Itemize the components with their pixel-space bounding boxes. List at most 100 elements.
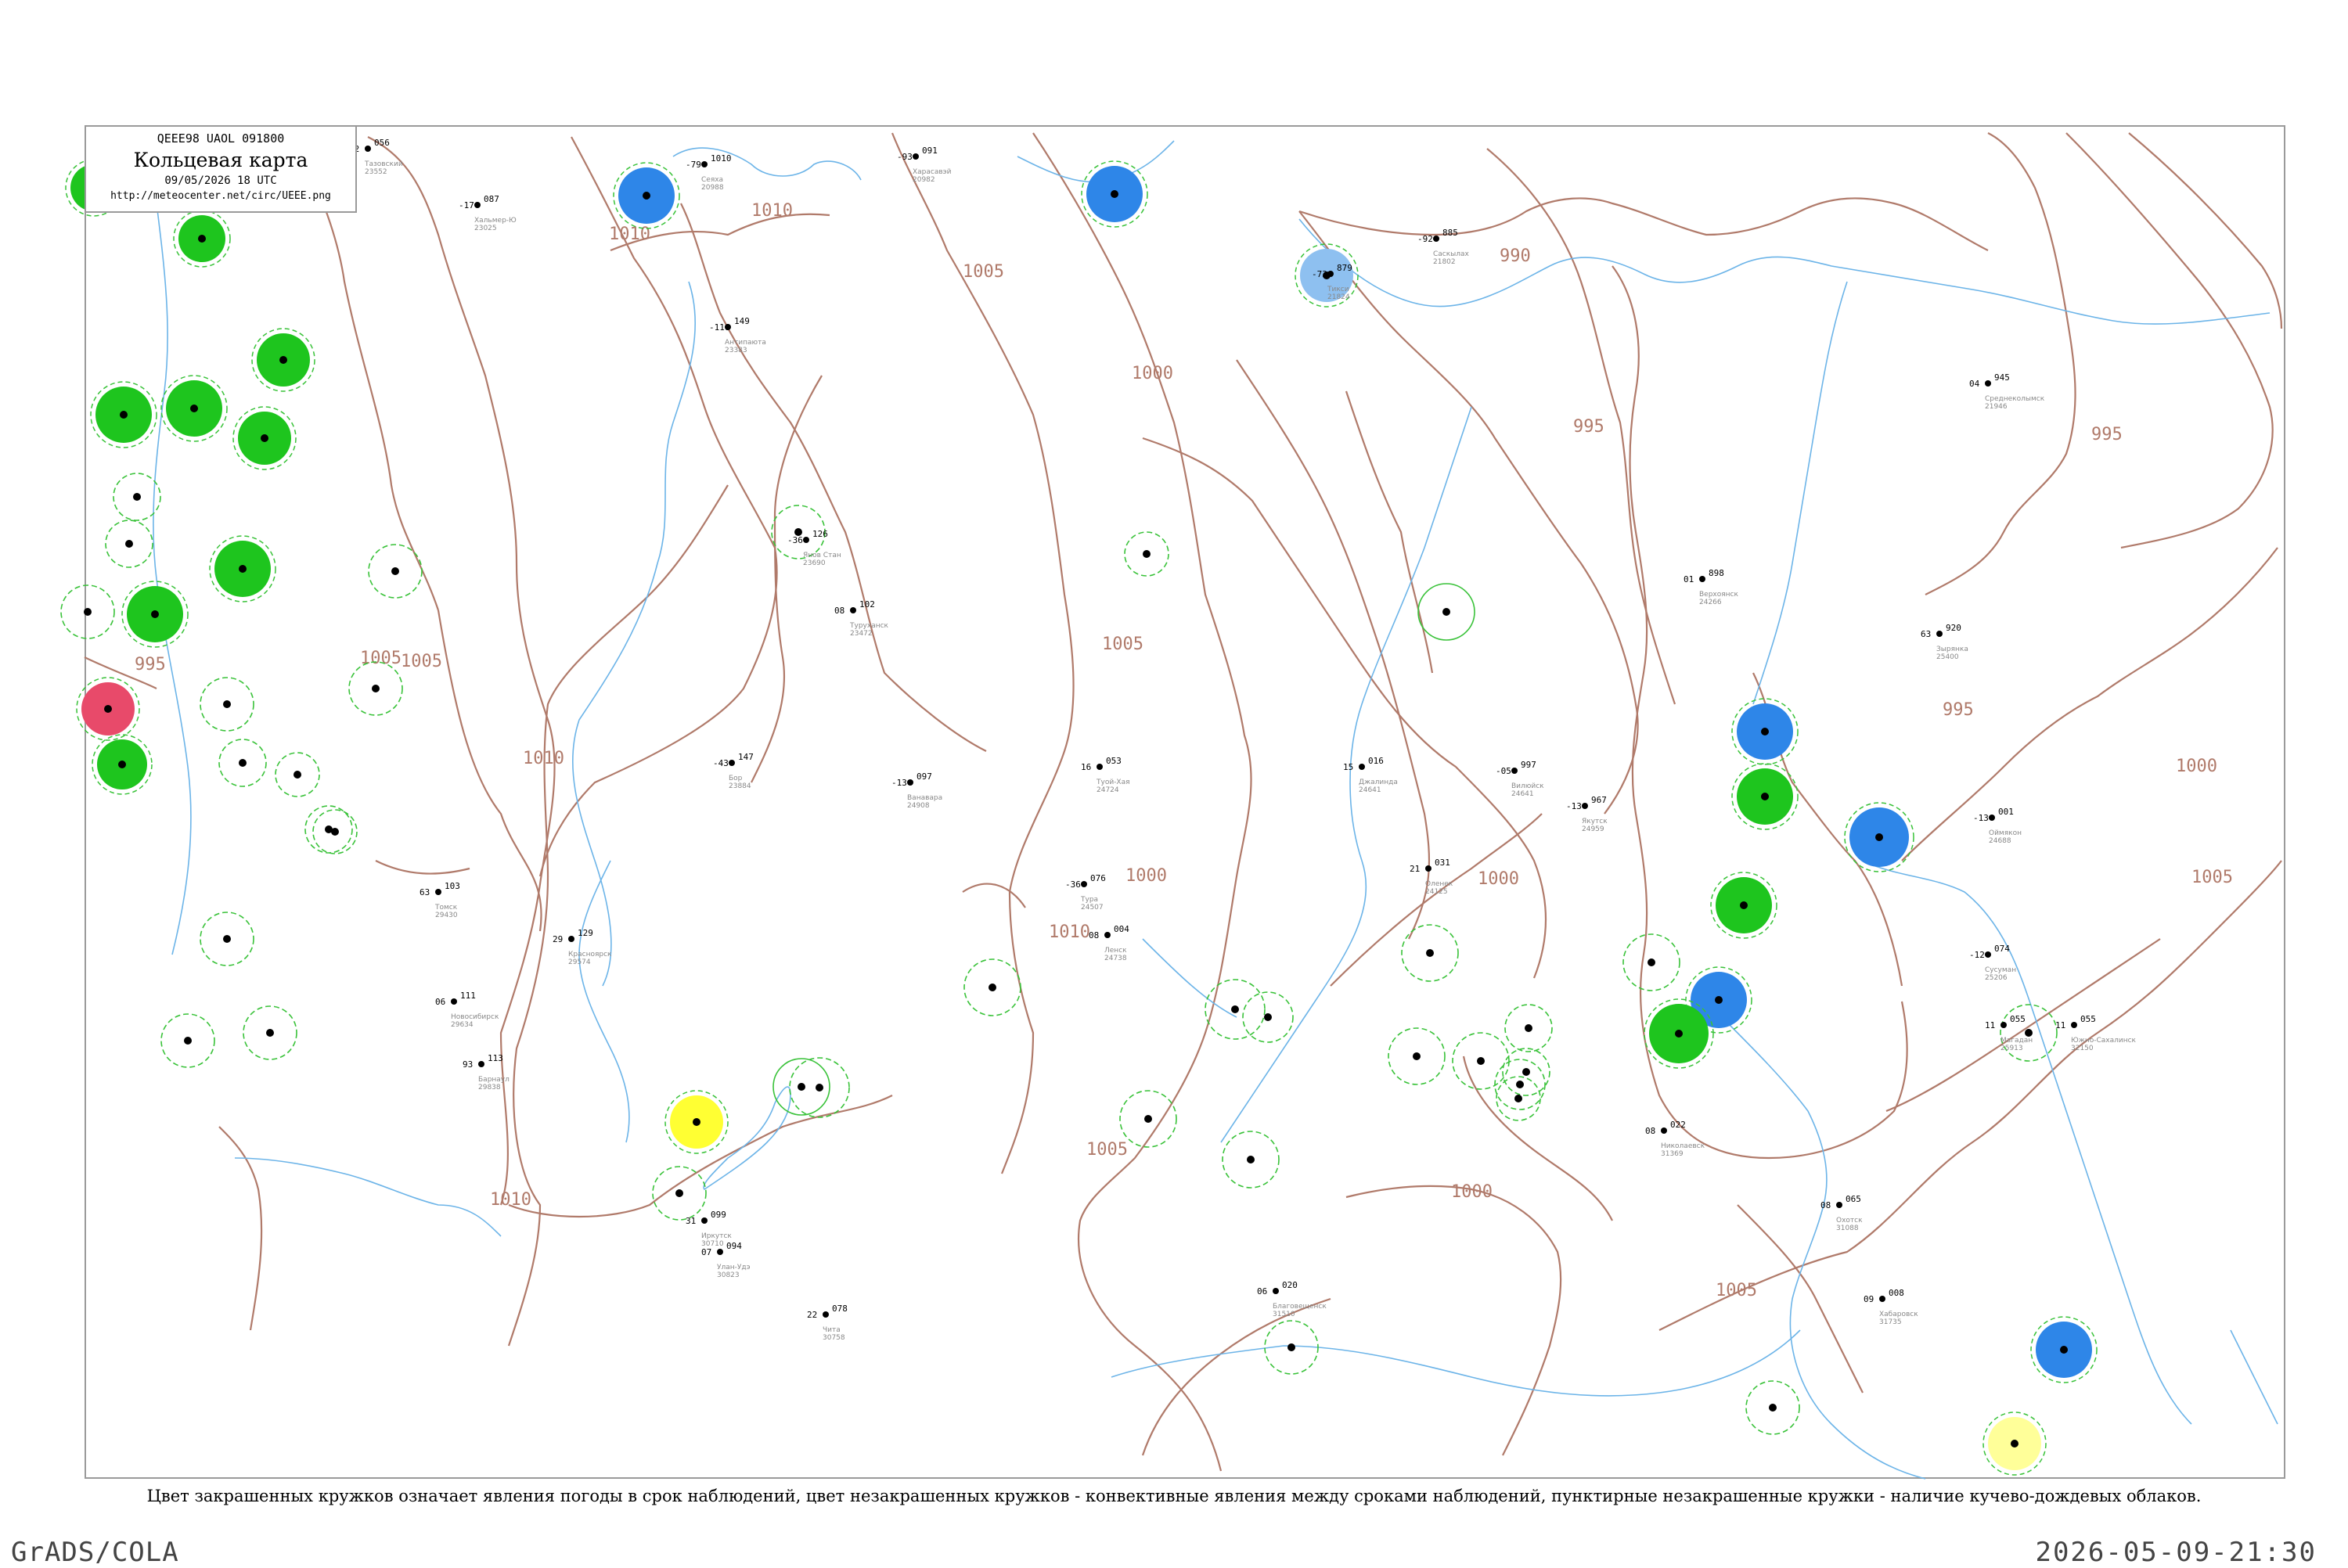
station-name: Охотск [1836,1217,1863,1225]
station-dot [1715,996,1723,1004]
isobar-label: 1005 [2191,868,2233,887]
map-datetime: 09/05/2026 18 UTC [164,174,277,187]
station-dot [1525,1024,1532,1032]
station-temperature: -79 [686,160,701,170]
station-dot [1761,728,1769,735]
station-pressure: 997 [1521,760,1536,770]
station-temperature: -12 [1969,950,1985,960]
weather-map: 1010 1010 1005 1000 990 995 995 1005 101… [60,132,2283,1480]
isobar-line [1236,359,1431,940]
station-temperature: 08 [834,606,844,616]
station-temperature: 11 [1985,1020,1995,1030]
isobar-line [1298,197,1989,251]
station-pressure: 055 [2010,1014,2026,1024]
station-pressure: 920 [1946,623,1961,633]
station-id: 24724 [1097,786,1119,794]
station-pressure: 111 [460,991,476,1001]
isobar-label: 1005 [963,262,1004,282]
station-dot [816,1084,823,1091]
station-temperature: 63 [1921,629,1931,639]
station-temperature: 08 [1645,1126,1655,1136]
station-dot [643,192,650,200]
station-name: Оймякон [1989,829,2022,837]
station-dot [1287,1343,1295,1351]
map-caption: Цвет закрашенных кружков означает явлени… [146,1487,2202,1505]
station-pressure: 099 [711,1210,726,1220]
station-pressure: 065 [1846,1194,1861,1204]
station-temperature: -13 [1566,801,1582,811]
station-pressure: 129 [578,928,593,938]
river [234,1157,502,1237]
station-dot [184,1037,192,1045]
station-dot [1104,932,1111,938]
isobar-line [2065,132,2274,549]
isobar-label: 990 [1500,246,1531,266]
station-dot [120,411,128,419]
okhotsk-coastline [1721,1016,1926,1480]
station-id: 24641 [1359,786,1381,794]
station-temperature: -36 [787,535,803,545]
station-temperature: 93 [463,1059,473,1070]
station-id: 29838 [478,1084,501,1091]
station-dot [451,998,457,1005]
map-url[interactable]: http://meteocenter.net/circ/UEEE.png [86,190,355,202]
station-dot [803,537,809,543]
station-name: Томск [434,904,458,912]
station-dot [125,540,133,548]
station-name: Тура [1080,896,1098,904]
station-pressure: 103 [445,881,460,891]
station-name: Николаевск [1661,1142,1705,1150]
footer-credit: GrADS/COLA [11,1537,179,1568]
station-pressure: 097 [917,771,932,782]
isobar-label: 995 [2091,425,2123,444]
station-dot [104,705,112,713]
station-dot [223,935,231,943]
station-name: Вилюйск [1511,782,1544,790]
station-pressure: 898 [1709,568,1724,578]
isobar-line [891,132,1075,1174]
station-temperature: 09 [1864,1294,1874,1304]
station-dot [701,1217,708,1224]
station-id: 24641 [1511,790,1534,798]
station-dot [1985,951,1991,958]
station-name: Верхоянск [1699,591,1739,599]
station-dot [294,771,301,779]
station-dot [478,1061,484,1067]
station-temperature: -43 [713,758,729,768]
station-name: Ленск [1104,947,1127,955]
okhotsk-coastline [1862,860,2192,1425]
station-temperature: -92 [1417,234,1433,244]
station-pressure: 076 [1090,873,1106,883]
station-id: 23690 [803,559,826,567]
station-dot [1433,236,1439,242]
station-name: Южно-Сахалинск [2071,1037,2137,1045]
station-id: 31088 [1836,1225,1859,1232]
station-temperature: -17 [459,200,474,210]
station-dot [1740,901,1748,909]
station-name: Улан-Удэ [717,1264,751,1271]
station-id: 30758 [823,1334,845,1342]
station-name: Оленек [1425,880,1453,888]
station-name: Саскылах [1433,250,1470,258]
station-markers: 05612Тазовский23552087-17Хальмер-Ю230250… [60,138,2137,1476]
station-dot [1111,190,1118,198]
station-id: 21946 [1985,403,2008,411]
station-temperature: 04 [1969,379,1980,389]
station-dot [331,828,339,836]
station-name: Туой-Хая [1096,779,1130,786]
station-id: 20988 [701,184,724,192]
station-id: 24738 [1104,955,1127,962]
hydrography [153,140,2278,1480]
station-id: 23383 [725,347,747,354]
isobar-label: 1010 [1049,922,1090,942]
map-title-box: QEEE98 UAOL 091800 Кольцевая карта 09/05… [85,125,357,213]
yenisei-river [571,281,697,987]
station-name: Харасавэй [913,168,952,176]
station-dot [1097,764,1103,770]
station-dot [1511,768,1518,774]
isobar-label: 1010 [751,201,793,221]
station-temperature: -93 [897,152,913,162]
station-dot [279,356,287,364]
isobar-label: 1000 [1125,866,1167,886]
station-id: 24908 [907,802,930,810]
